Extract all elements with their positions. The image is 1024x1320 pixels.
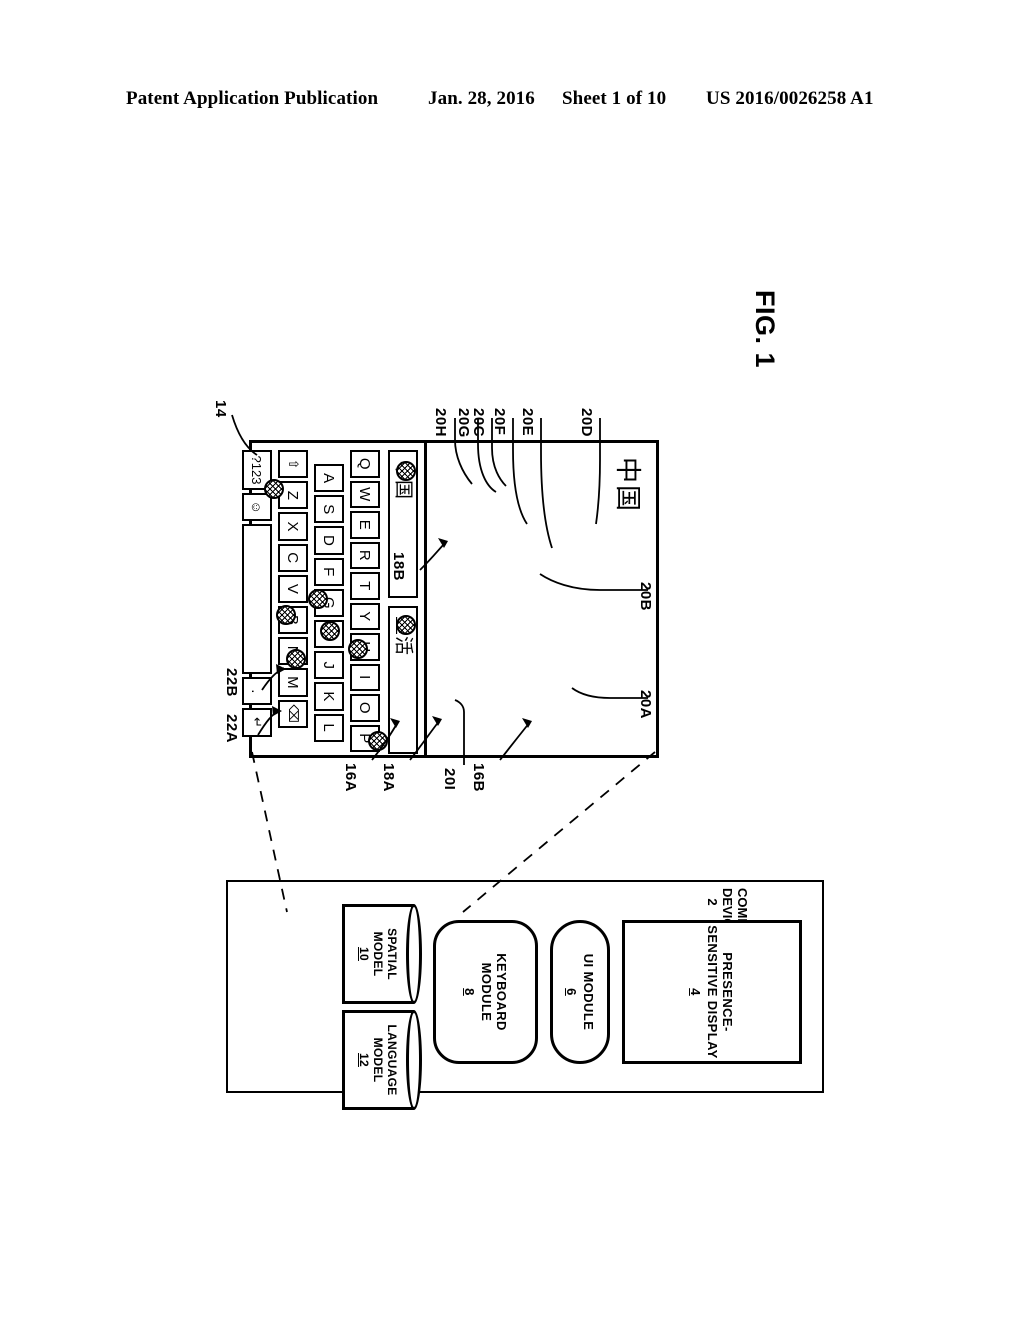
key-j[interactable]: J <box>314 651 344 680</box>
device-illustration-wrapper: 中国 中国 重活 Q W E R T Y U I O P <box>242 440 659 760</box>
spatial-model-block: SPATIAL MODEL 10 <box>334 904 422 1004</box>
computing-device-label: COMPUTING DEVICE 2 <box>705 888 750 967</box>
ref-20H: 20H <box>432 408 449 438</box>
graphical-keyboard: 中国 重活 Q W E R T Y U I O P A S D F <box>242 443 424 755</box>
touch-point-20A <box>264 479 284 499</box>
key-f[interactable]: F <box>314 557 344 586</box>
spatial-model-label: SPATIAL MODEL 10 <box>357 928 399 980</box>
touch-point-20B <box>276 605 296 625</box>
language-model-label: LANGUAGE MODEL 12 <box>357 1024 399 1096</box>
ref-22A: 22A <box>223 714 240 744</box>
ref-20C: 20C <box>470 408 487 438</box>
key-s[interactable]: S <box>314 495 344 524</box>
ui-module-block: UI MODULE 6 <box>550 920 610 1064</box>
ref-18A: 18A <box>380 763 397 793</box>
keyboard-row-2: A S D F G H J K L <box>314 464 344 755</box>
presence-sensitive-display-block: PRESENCE- SENSITIVE DISPLAY 4 <box>622 920 802 1064</box>
key-q[interactable]: Q <box>350 450 380 478</box>
key-x[interactable]: X <box>278 512 308 541</box>
key-o[interactable]: O <box>350 694 380 722</box>
header-date: Jan. 28, 2016 <box>428 88 535 109</box>
key-v[interactable]: V <box>278 574 308 603</box>
key-t[interactable]: T <box>350 572 380 600</box>
key-r[interactable]: R <box>350 541 380 569</box>
touch-point-20C <box>348 639 368 659</box>
touch-point-20G <box>368 731 388 751</box>
header-publication: Patent Application Publication <box>126 88 379 109</box>
key-d[interactable]: D <box>314 526 344 555</box>
backspace-key[interactable]: ⌫ <box>278 699 308 728</box>
key-y[interactable]: Y <box>350 602 380 630</box>
ref-16A: 16A <box>342 763 359 793</box>
figure-label: FIG. 1 <box>750 290 780 369</box>
key-l[interactable]: L <box>314 713 344 742</box>
ref-22B: 22B <box>223 668 240 698</box>
header-sheet: Sheet 1 of 10 <box>562 88 667 109</box>
keyboard-row-1: Q W E R T Y U I O P <box>350 450 380 755</box>
ref-16B: 16B <box>470 763 487 793</box>
period-key[interactable]: . <box>242 677 272 706</box>
key-a[interactable]: A <box>314 464 344 493</box>
keyboard-module-block: KEYBOARD MODULE 8 <box>433 920 538 1064</box>
space-key[interactable] <box>242 524 272 675</box>
computing-device-block: COMPUTING DEVICE 2 PRESENCE- SENSITIVE D… <box>226 880 824 1110</box>
block-diagram-wrapper: COMPUTING DEVICE 2 PRESENCE- SENSITIVE D… <box>224 880 824 1110</box>
key-w[interactable]: W <box>350 480 380 508</box>
language-model-block: LANGUAGE MODEL 12 <box>334 1010 422 1110</box>
ref-20E: 20E <box>519 408 536 437</box>
touch-point-20F <box>320 621 340 641</box>
touch-point-20E <box>308 589 328 609</box>
ref-18B: 18B <box>390 552 407 582</box>
touch-point-20H <box>396 615 416 635</box>
key-m[interactable]: M <box>278 668 308 697</box>
ref-20A: 20A <box>637 690 654 720</box>
committed-text: 中国 <box>612 457 642 514</box>
ref-20I: 20I <box>441 768 458 791</box>
shift-key[interactable]: ⇧ <box>278 450 308 479</box>
key-c[interactable]: C <box>278 543 308 572</box>
keyboard-row-3: ⇧ Z X C V B N M ⌫ <box>278 450 308 755</box>
computing-device-illustration: 中国 中国 重活 Q W E R T Y U I O P <box>242 440 659 758</box>
ref-14: 14 <box>212 400 229 418</box>
computing-device-number: 2 <box>705 898 720 906</box>
touch-point-20I <box>396 461 416 481</box>
ref-20B: 20B <box>637 582 654 612</box>
touch-point-20D <box>286 649 306 669</box>
header-patent-number: US 2016/0026258 A1 <box>706 88 874 109</box>
ref-20D: 20D <box>578 408 595 438</box>
key-i[interactable]: I <box>350 663 380 691</box>
key-k[interactable]: K <box>314 682 344 711</box>
key-e[interactable]: E <box>350 511 380 539</box>
ref-20F: 20F <box>491 408 508 436</box>
enter-key[interactable]: ↵ <box>242 708 272 737</box>
text-display-region: 中国 <box>424 443 656 755</box>
